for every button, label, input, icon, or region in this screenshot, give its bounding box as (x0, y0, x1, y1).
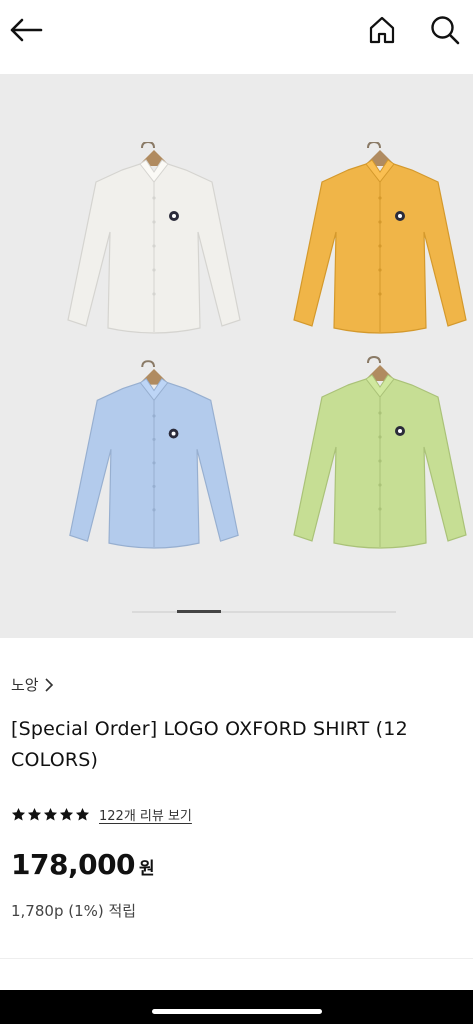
star-icon (43, 807, 58, 821)
star-rating (11, 807, 90, 822)
carousel-progress-indicator (176, 610, 221, 613)
star-icon (11, 807, 26, 821)
divider (0, 958, 473, 959)
reward-points: 1,780p (1%) 적립 (11, 902, 137, 920)
search-button[interactable] (427, 12, 463, 48)
product-image-green-shirt (293, 355, 467, 549)
price-amount: 178,000 (11, 848, 136, 881)
price-currency: 원 (139, 859, 155, 879)
top-nav-bar (0, 0, 473, 72)
search-icon (431, 16, 460, 45)
brand-link[interactable]: 노앙 (11, 674, 54, 695)
chevron-right-icon (45, 677, 53, 692)
star-icon (59, 807, 74, 821)
arrow-left-icon (10, 18, 43, 42)
star-icon (27, 807, 42, 821)
home-indicator[interactable] (152, 1009, 322, 1014)
back-button[interactable] (8, 12, 44, 48)
product-image-yellow-shirt (293, 142, 467, 334)
product-image-blue-shirt (69, 360, 239, 549)
product-image-carousel[interactable] (0, 74, 473, 638)
review-link[interactable]: 122개 리뷰 보기 (99, 805, 192, 824)
system-bottom-bar (0, 990, 473, 1024)
price: 178,000 원 (11, 848, 155, 881)
brand-name: 노앙 (11, 676, 39, 694)
carousel-progress-track (132, 610, 396, 613)
product-image-white-shirt (67, 142, 241, 334)
star-icon (75, 807, 90, 821)
rating-row: 122개 리뷰 보기 (11, 805, 192, 824)
product-title: [Special Order] LOGO OXFORD SHIRT (12 CO… (11, 718, 408, 771)
home-icon (369, 16, 395, 44)
home-button[interactable] (364, 12, 400, 48)
